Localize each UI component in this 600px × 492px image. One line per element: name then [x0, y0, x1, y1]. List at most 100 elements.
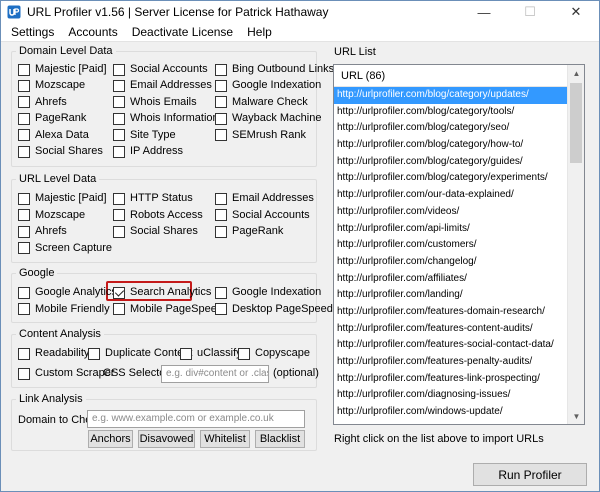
checkbox-mobile-pagespeed[interactable]: Mobile PageSpeed	[113, 303, 223, 316]
checkbox-majestic-paid[interactable]: Majestic [Paid]	[18, 192, 107, 205]
url-list-item[interactable]: http://urlprofiler.com/features-penalty-…	[334, 354, 568, 371]
url-list-item[interactable]: http://urlprofiler.com/blog/category/how…	[334, 137, 568, 154]
checkbox-bing-outbound-links[interactable]: Bing Outbound Links	[215, 63, 334, 76]
checkbox-pagerank[interactable]: PageRank	[18, 112, 86, 125]
checkbox-unchecked-icon[interactable]	[215, 192, 227, 205]
checkbox-unchecked-icon[interactable]	[18, 225, 30, 238]
checkbox-malware-check[interactable]: Malware Check	[215, 96, 308, 109]
checkbox-unchecked-icon[interactable]	[18, 96, 30, 109]
checkbox-http-status[interactable]: HTTP Status	[113, 192, 193, 205]
checkbox-unchecked-icon[interactable]	[113, 192, 125, 205]
checkbox-unchecked-icon[interactable]	[113, 112, 125, 125]
checkbox-robots-access[interactable]: Robots Access	[113, 209, 203, 222]
checkbox-alexa-data[interactable]: Alexa Data	[18, 129, 89, 142]
css-selector-input[interactable]: e.g. div#content or .class-na	[161, 365, 269, 383]
scroll-up-icon[interactable]: ▲	[568, 65, 584, 81]
checkbox-unchecked-icon[interactable]	[113, 96, 125, 109]
url-list-item[interactable]: http://urlprofiler.com/blog/category/gui…	[334, 154, 568, 171]
checkbox-unchecked-icon[interactable]	[18, 242, 30, 254]
menu-settings[interactable]: Settings	[4, 25, 61, 39]
checkbox-screen-capture[interactable]: Screen Capture	[18, 242, 112, 255]
checkbox-ip-address[interactable]: IP Address	[113, 145, 183, 158]
checkbox-mozscape[interactable]: Mozscape	[18, 209, 85, 222]
checkbox-unchecked-icon[interactable]	[18, 209, 30, 221]
url-list-item[interactable]: http://urlprofiler.com/blog/category/exp…	[334, 170, 568, 187]
checkbox-unchecked-icon[interactable]	[215, 79, 227, 92]
checkbox-unchecked-icon[interactable]	[215, 96, 227, 109]
menu-deactivate-license[interactable]: Deactivate License	[125, 25, 240, 39]
checkbox-unchecked-icon[interactable]	[113, 79, 125, 92]
checkbox-unchecked-icon[interactable]	[18, 79, 30, 92]
checkbox-custom-scraper[interactable]: Custom Scraper	[18, 367, 114, 380]
run-profiler-button[interactable]: Run Profiler	[473, 463, 587, 486]
anchors-button[interactable]: Anchors	[88, 430, 133, 448]
checkbox-checked-icon[interactable]	[113, 286, 125, 299]
checkbox-pagerank[interactable]: PageRank	[215, 225, 283, 238]
url-list-item[interactable]: http://urlprofiler.com/diagnosing-issues…	[334, 387, 568, 404]
menu-accounts[interactable]: Accounts	[61, 25, 124, 39]
url-list-item[interactable]: http://urlprofiler.com/features-domain-r…	[334, 304, 568, 321]
url-list-item[interactable]: http://urlprofiler.com/blog/category/upd…	[334, 87, 568, 104]
checkbox-whois-emails[interactable]: Whois Emails	[113, 96, 197, 109]
checkbox-whois-information[interactable]: Whois Information	[113, 112, 219, 125]
url-list-item[interactable]: http://urlprofiler.com/affiliates/	[334, 271, 568, 288]
checkbox-unchecked-icon[interactable]	[18, 192, 30, 205]
url-list-item[interactable]: http://urlprofiler.com/customers/	[334, 237, 568, 254]
checkbox-unchecked-icon[interactable]	[215, 303, 227, 315]
checkbox-desktop-pagespeed[interactable]: Desktop PageSpeed	[215, 303, 333, 316]
checkbox-google-indexation[interactable]: Google Indexation	[215, 286, 321, 299]
checkbox-copyscape[interactable]: Copyscape	[238, 347, 310, 360]
checkbox-search-analytics[interactable]: Search Analytics	[113, 286, 211, 299]
checkbox-mobile-friendly[interactable]: Mobile Friendly	[18, 303, 110, 316]
checkbox-social-accounts[interactable]: Social Accounts	[113, 63, 208, 76]
scroll-thumb[interactable]	[570, 83, 582, 163]
checkbox-unchecked-icon[interactable]	[18, 145, 30, 158]
checkbox-wayback-machine[interactable]: Wayback Machine	[215, 112, 321, 125]
checkbox-google-indexation[interactable]: Google Indexation	[215, 79, 321, 92]
checkbox-unchecked-icon[interactable]	[215, 209, 227, 221]
checkbox-social-accounts[interactable]: Social Accounts	[215, 209, 310, 222]
checkbox-ahrefs[interactable]: Ahrefs	[18, 225, 67, 238]
checkbox-unchecked-icon[interactable]	[215, 112, 227, 125]
minimize-button[interactable]: —	[461, 1, 507, 23]
maximize-button[interactable]: ☐	[507, 1, 553, 23]
url-list[interactable]: URL (86) http://urlprofiler.com/blog/cat…	[333, 64, 585, 425]
whitelist-button[interactable]: Whitelist	[200, 430, 250, 448]
checkbox-unchecked-icon[interactable]	[18, 112, 30, 125]
url-list-item[interactable]: http://urlprofiler.com/changelog/	[334, 254, 568, 271]
url-list-item[interactable]: http://urlprofiler.com/features-social-c…	[334, 337, 568, 354]
menu-help[interactable]: Help	[240, 25, 279, 39]
checkbox-unchecked-icon[interactable]	[238, 347, 250, 360]
checkbox-unchecked-icon[interactable]	[18, 63, 30, 76]
checkbox-unchecked-icon[interactable]	[18, 303, 30, 315]
blacklist-button[interactable]: Blacklist	[255, 430, 305, 448]
checkbox-unchecked-icon[interactable]	[113, 225, 125, 238]
disavowed-button[interactable]: Disavowed	[138, 430, 195, 448]
checkbox-unchecked-icon[interactable]	[18, 129, 30, 142]
checkbox-email-addresses[interactable]: Email Addresses	[113, 79, 212, 92]
url-list-header[interactable]: URL (86)	[334, 65, 584, 87]
checkbox-unchecked-icon[interactable]	[215, 225, 227, 238]
checkbox-social-shares[interactable]: Social Shares	[113, 225, 198, 238]
url-list-item[interactable]: http://urlprofiler.com/our-data-explaine…	[334, 187, 568, 204]
checkbox-readability[interactable]: Readability	[18, 347, 89, 360]
url-list-item[interactable]: http://urlprofiler.com/blog/category/seo…	[334, 120, 568, 137]
checkbox-unchecked-icon[interactable]	[113, 145, 125, 158]
checkbox-semrush-rank[interactable]: SEMrush Rank	[215, 129, 306, 142]
checkbox-email-addresses[interactable]: Email Addresses	[215, 192, 314, 205]
url-list-scrollbar[interactable]: ▲ ▼	[567, 65, 584, 424]
checkbox-mozscape[interactable]: Mozscape	[18, 79, 85, 92]
checkbox-unchecked-icon[interactable]	[113, 63, 125, 76]
url-list-item[interactable]: http://urlprofiler.com/videos/	[334, 204, 568, 221]
url-list-item[interactable]: http://urlprofiler.com/landing/	[334, 287, 568, 304]
url-list-item[interactable]: http://urlprofiler.com/blog/category/too…	[334, 104, 568, 121]
scroll-down-icon[interactable]: ▼	[568, 408, 584, 424]
url-list-item[interactable]: http://urlprofiler.com/api-limits/	[334, 221, 568, 238]
checkbox-ahrefs[interactable]: Ahrefs	[18, 96, 67, 109]
checkbox-google-analytics[interactable]: Google Analytics	[18, 286, 117, 299]
checkbox-unchecked-icon[interactable]	[180, 347, 192, 360]
checkbox-unchecked-icon[interactable]	[215, 63, 227, 76]
checkbox-uclassify[interactable]: uClassify	[180, 347, 242, 360]
url-list-item[interactable]: http://urlprofiler.com/features-content-…	[334, 321, 568, 338]
domain-to-check-input[interactable]: e.g. www.example.com or example.co.uk	[87, 410, 305, 428]
